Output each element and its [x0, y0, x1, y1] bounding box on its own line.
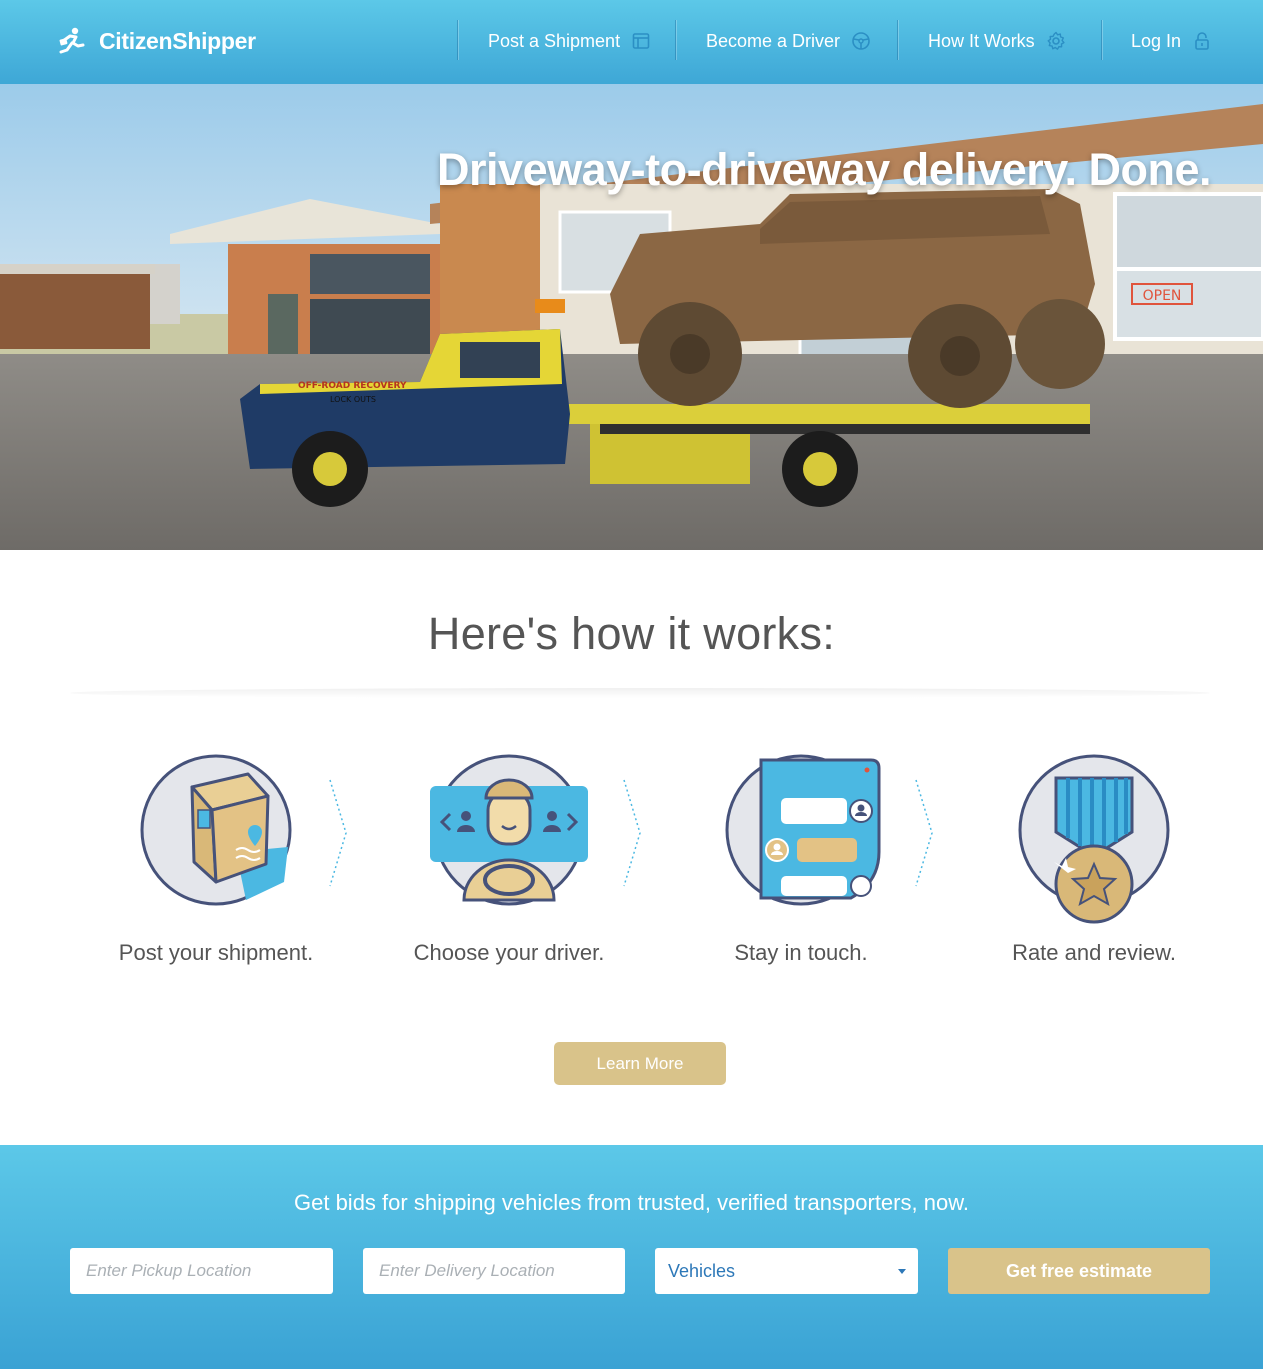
- truck-text-recovery: OFF-ROAD RECOVERY: [298, 381, 407, 391]
- nav-log-in[interactable]: Log In: [1131, 26, 1212, 56]
- truck-text-lockouts: LOCK OUTS: [330, 395, 376, 404]
- gear-icon: [1047, 31, 1065, 50]
- step-label: Post your shipment.: [118, 940, 314, 965]
- get-estimate-button[interactable]: Get free estimate: [948, 1248, 1210, 1294]
- brand-logo[interactable]: CitizenShipper: [57, 24, 256, 58]
- quote-title: Get bids for shipping vehicles from trus…: [294, 1190, 969, 1215]
- vehicle-type-value: Vehicles: [668, 1260, 736, 1281]
- package-icon: [140, 754, 292, 906]
- how-it-works-title: Here's how it works:: [427, 608, 836, 659]
- clipboard-icon: [632, 33, 650, 49]
- delivery-location-input[interactable]: [363, 1248, 625, 1294]
- step-post-shipment: Post your shipment.: [96, 752, 336, 966]
- step-label: Choose your driver.: [413, 940, 605, 965]
- pickup-location-input[interactable]: [70, 1248, 333, 1294]
- hero-banner: OPEN OFF-ROAD RECOVERY LOCK OUTS Drivewa…: [0, 84, 1263, 550]
- nav-divider: [675, 20, 676, 60]
- nav-log-in-label: Log In: [1131, 30, 1182, 51]
- runner-icon: [59, 27, 85, 54]
- delivery-location-field[interactable]: [363, 1248, 625, 1294]
- nav-divider: [457, 20, 458, 60]
- steering-wheel-icon: [852, 32, 870, 50]
- step-label: Stay in touch.: [734, 940, 868, 965]
- hero-headline: Driveway-to-driveway delivery. Done.: [437, 144, 1211, 195]
- chevron-right-icon: [915, 779, 933, 887]
- section-divider: [70, 688, 1210, 698]
- nav-post-shipment-label: Post a Shipment: [488, 30, 621, 51]
- step-choose-driver: Choose your driver.: [389, 752, 629, 966]
- nav-become-driver[interactable]: Become a Driver: [706, 26, 871, 56]
- lock-icon: [1195, 32, 1209, 50]
- step-label: Rate and review.: [1012, 940, 1176, 965]
- nav-divider: [1101, 20, 1102, 60]
- medal-icon: [1018, 754, 1170, 924]
- pickup-location-field[interactable]: [70, 1248, 333, 1294]
- nav-become-driver-label: Become a Driver: [706, 30, 841, 51]
- chevron-right-icon: [623, 779, 641, 887]
- nav-how-it-works-label: How It Works: [928, 30, 1035, 51]
- vehicle-type-select[interactable]: Vehicles: [655, 1248, 918, 1294]
- step-rate-review: Rate and review.: [974, 752, 1214, 966]
- caret-down-icon: [898, 1268, 906, 1274]
- step-stay-in-touch: Stay in touch.: [681, 752, 921, 966]
- nav-divider: [897, 20, 898, 60]
- driver-icon: [430, 754, 588, 906]
- chat-icon: [725, 754, 881, 906]
- chevron-right-icon: [329, 779, 347, 887]
- nav-post-shipment[interactable]: Post a Shipment: [488, 26, 651, 56]
- open-sign: OPEN: [1143, 288, 1182, 304]
- learn-more-button[interactable]: Learn More: [554, 1042, 726, 1085]
- nav-how-it-works[interactable]: How It Works: [928, 26, 1066, 56]
- top-navbar: CitizenShipper Post a Shipment Become a …: [0, 0, 1263, 84]
- brand-name: CitizenShipper: [99, 27, 256, 54]
